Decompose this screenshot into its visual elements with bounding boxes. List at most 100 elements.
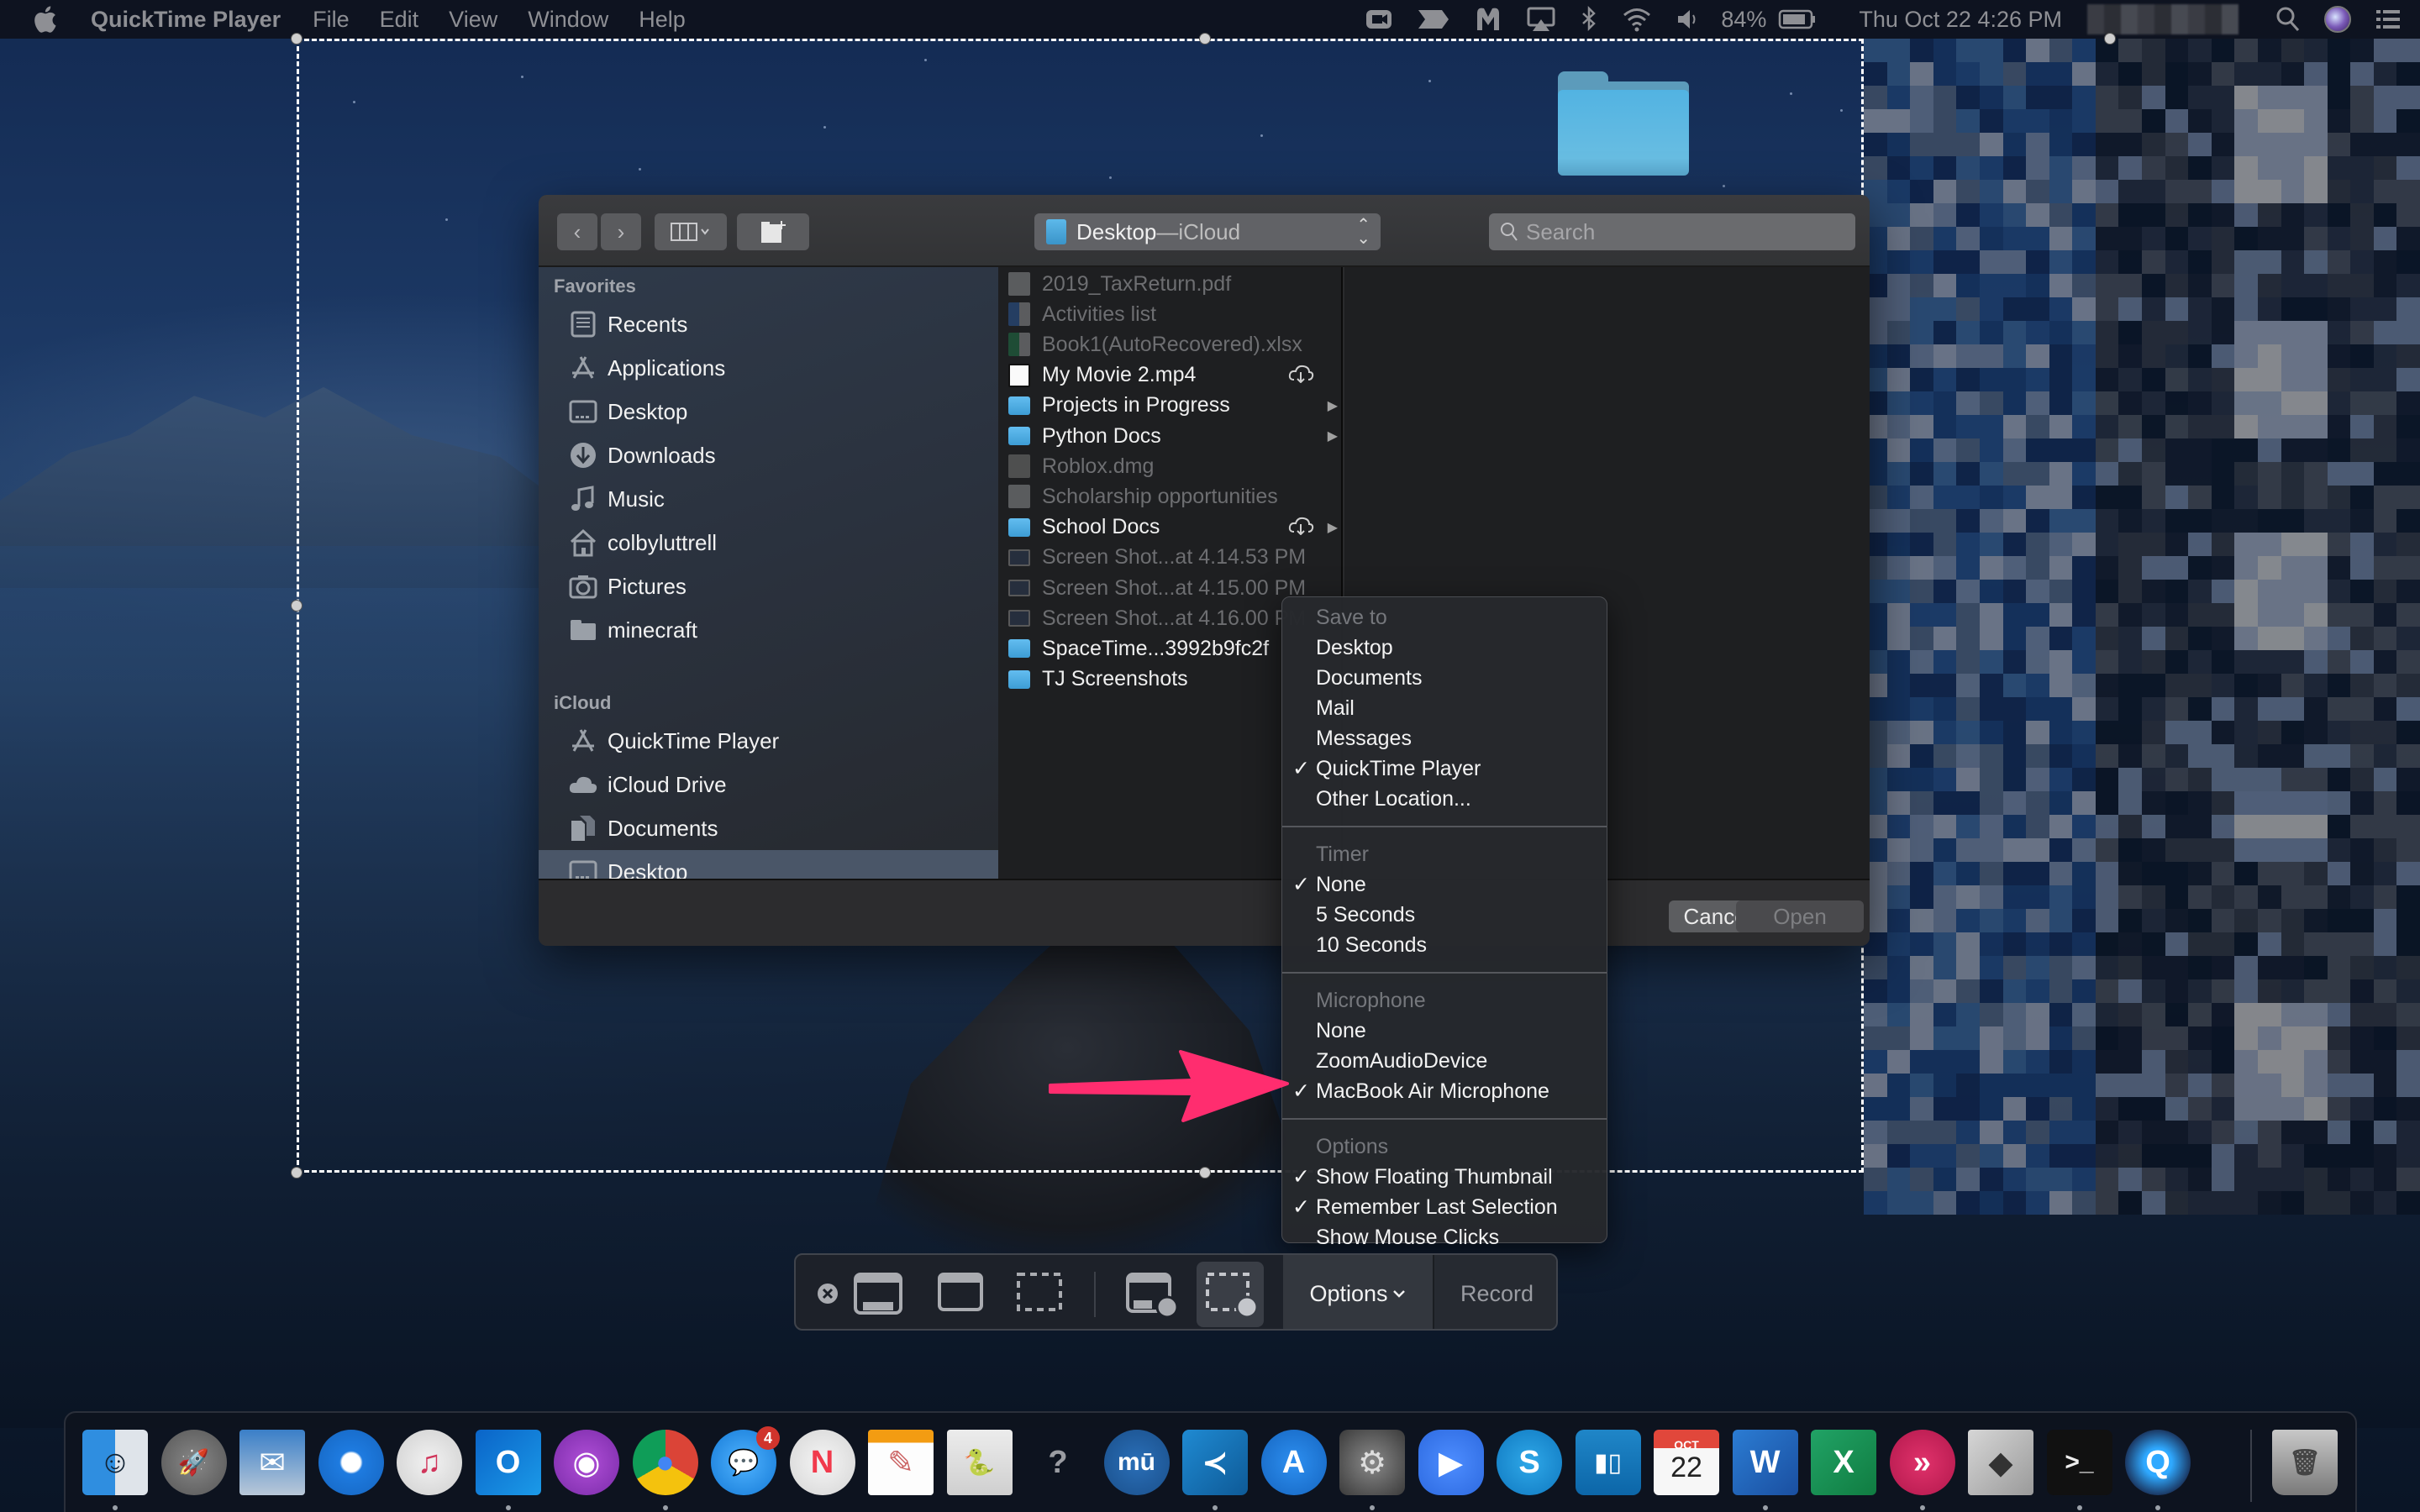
- folder-row[interactable]: Projects in Progress ▶: [998, 391, 1343, 421]
- dock-mail-icon[interactable]: ✉: [239, 1430, 305, 1495]
- dock-zoom-icon[interactable]: ▶: [1418, 1430, 1484, 1495]
- sidebar-item-icloud-drive[interactable]: iCloud Drive: [539, 763, 998, 806]
- sidebar-item-quicktime-player[interactable]: QuickTime Player: [539, 719, 998, 763]
- search-field[interactable]: [1489, 213, 1855, 250]
- dock-musescore-icon[interactable]: mū: [1103, 1430, 1170, 1495]
- file-row[interactable]: 2019_TaxReturn.pdf: [998, 269, 1343, 299]
- menu-item-none[interactable]: None: [1282, 1016, 1607, 1046]
- file-row[interactable]: My Movie 2.mp4: [998, 360, 1343, 391]
- dock-podcasts-icon[interactable]: ◉: [554, 1430, 619, 1495]
- dock-python-launcher-icon[interactable]: 🐍: [946, 1430, 1013, 1495]
- airmail-icon[interactable]: [1417, 7, 1450, 32]
- wifi-icon[interactable]: [1622, 7, 1652, 32]
- options-dropdown-button[interactable]: Options: [1283, 1255, 1433, 1329]
- menu-window[interactable]: Window: [528, 7, 608, 33]
- sidebar-item-downloads[interactable]: Downloads: [539, 433, 998, 477]
- selection-handle-bottom[interactable]: [1199, 1167, 1211, 1179]
- new-folder-button[interactable]: [737, 213, 809, 250]
- dock-unknown-icon[interactable]: ?: [1025, 1430, 1091, 1495]
- dock-trello-icon[interactable]: ▮▯: [1575, 1430, 1641, 1495]
- dock-app-store-icon[interactable]: A: [1260, 1430, 1327, 1495]
- record-entire-screen-button[interactable]: [1125, 1272, 1181, 1319]
- location-popup[interactable]: Desktop — iCloud ⌃ ⌄: [1034, 213, 1381, 250]
- selection-handle-bottom-left[interactable]: [291, 1167, 302, 1179]
- volume-icon[interactable]: [1676, 7, 1697, 32]
- spotlight-search-icon[interactable]: [2275, 6, 2301, 33]
- back-button[interactable]: ‹: [557, 213, 597, 250]
- dock-skype-icon[interactable]: S: [1497, 1430, 1562, 1495]
- icloud-download-icon[interactable]: [1287, 515, 1314, 540]
- dock-roblox-icon[interactable]: ◆: [1968, 1430, 2033, 1495]
- dock-news-icon[interactable]: N: [789, 1430, 855, 1495]
- dock-messages-icon[interactable]: 💬 4: [711, 1426, 780, 1495]
- menu-view[interactable]: View: [449, 7, 497, 33]
- menu-item-quicktime-player[interactable]: ✓ QuickTime Player: [1282, 753, 1607, 784]
- record-selection-button[interactable]: [1205, 1272, 1260, 1319]
- menu-item-desktop[interactable]: Desktop: [1282, 633, 1607, 663]
- folder-row[interactable]: Python Docs ▶: [998, 421, 1343, 451]
- dock-chrome-icon[interactable]: ●: [632, 1430, 698, 1495]
- selection-handle-top-left[interactable]: [291, 33, 302, 45]
- menu-item-remember-last-selection[interactable]: ✓ Remember Last Selection: [1282, 1192, 1607, 1222]
- menu-item-documents[interactable]: Documents: [1282, 663, 1607, 693]
- sidebar-item-music[interactable]: Music: [539, 477, 998, 521]
- record-button[interactable]: Record: [1433, 1255, 1556, 1329]
- menu-item-mail[interactable]: Mail: [1282, 693, 1607, 723]
- dock-airmail-icon[interactable]: »: [1889, 1430, 1955, 1495]
- sidebar-item-recents[interactable]: Recents: [539, 302, 998, 346]
- dock-pages-icon[interactable]: ✎: [868, 1430, 934, 1495]
- file-row[interactable]: Scholarship opportunities: [998, 481, 1343, 512]
- malwarebytes-icon[interactable]: [1474, 5, 1502, 34]
- app-menu[interactable]: QuickTime Player: [91, 7, 281, 33]
- menu-item-show-floating-thumbnail[interactable]: ✓ Show Floating Thumbnail: [1282, 1162, 1607, 1192]
- open-button[interactable]: Open: [1736, 900, 1864, 932]
- dock-excel-icon[interactable]: X: [1811, 1430, 1876, 1495]
- dock-trash-icon[interactable]: 🗑: [2272, 1430, 2338, 1495]
- capture-entire-screen-button[interactable]: [853, 1272, 903, 1315]
- dock-safari-icon[interactable]: [318, 1430, 384, 1495]
- airplay-icon[interactable]: [1526, 6, 1556, 33]
- battery-percentage[interactable]: 84%: [1721, 7, 1766, 33]
- dock-word-icon[interactable]: W: [1732, 1430, 1798, 1495]
- sidebar-item-desktop[interactable]: Desktop: [539, 390, 998, 433]
- close-toolbar-button[interactable]: [816, 1282, 839, 1305]
- file-row[interactable]: Book1(AutoRecovered).xlsx: [998, 329, 1343, 360]
- dock-system-preferences-icon[interactable]: ⚙: [1339, 1430, 1405, 1495]
- menu-item-messages[interactable]: Messages: [1282, 723, 1607, 753]
- folder-row[interactable]: School Docs ▶: [998, 512, 1343, 543]
- dock-quicktime-player-icon[interactable]: Q: [2125, 1430, 2191, 1495]
- battery-icon[interactable]: [1778, 8, 1817, 30]
- sidebar-item-pictures[interactable]: Pictures: [539, 564, 998, 608]
- selection-handle-top-right[interactable]: [2104, 33, 2116, 45]
- menu-item-zoomaudiodevice[interactable]: ZoomAudioDevice: [1282, 1046, 1607, 1076]
- file-row[interactable]: Screen Shot...at 4.14.53 PM: [998, 543, 1343, 573]
- menu-item-5-seconds[interactable]: 5 Seconds: [1282, 900, 1607, 930]
- sidebar-item-applications[interactable]: Applications: [539, 346, 998, 390]
- apple-menu-icon[interactable]: [32, 5, 66, 34]
- sidebar-item-documents[interactable]: Documents: [539, 806, 998, 850]
- selection-handle-left[interactable]: [291, 600, 302, 612]
- sidebar-item-colbyluttrell[interactable]: colbyluttrell: [539, 521, 998, 564]
- menu-file[interactable]: File: [313, 7, 350, 33]
- menu-help[interactable]: Help: [639, 7, 686, 33]
- selection-handle-top[interactable]: [1199, 33, 1211, 45]
- sidebar-item-minecraft[interactable]: minecraft: [539, 608, 998, 652]
- menu-edit[interactable]: Edit: [380, 7, 419, 33]
- dock-launchpad-icon[interactable]: 🚀: [160, 1430, 227, 1495]
- dock-finder-icon[interactable]: ☺: [82, 1430, 148, 1495]
- search-input[interactable]: [1526, 218, 1845, 245]
- forward-button[interactable]: ›: [601, 213, 641, 250]
- bluetooth-icon[interactable]: [1580, 5, 1598, 34]
- menu-item-other-location[interactable]: Other Location...: [1282, 784, 1607, 814]
- menubar-clock[interactable]: Thu Oct 22 4:26 PM: [1859, 7, 2062, 33]
- dock-outlook-icon[interactable]: O: [475, 1430, 541, 1495]
- dock-calendar-icon[interactable]: OCT 22: [1654, 1430, 1719, 1495]
- capture-window-button[interactable]: [937, 1272, 984, 1312]
- view-mode-button[interactable]: [655, 213, 727, 250]
- dock-itunes-icon[interactable]: ♫: [397, 1430, 462, 1495]
- dock-terminal-icon[interactable]: >_: [2046, 1430, 2112, 1495]
- screen-record-icon[interactable]: [1365, 7, 1393, 32]
- siri-icon[interactable]: [2324, 6, 2351, 33]
- notification-center-icon[interactable]: [2375, 8, 2402, 31]
- capture-selection-button[interactable]: [1016, 1272, 1063, 1312]
